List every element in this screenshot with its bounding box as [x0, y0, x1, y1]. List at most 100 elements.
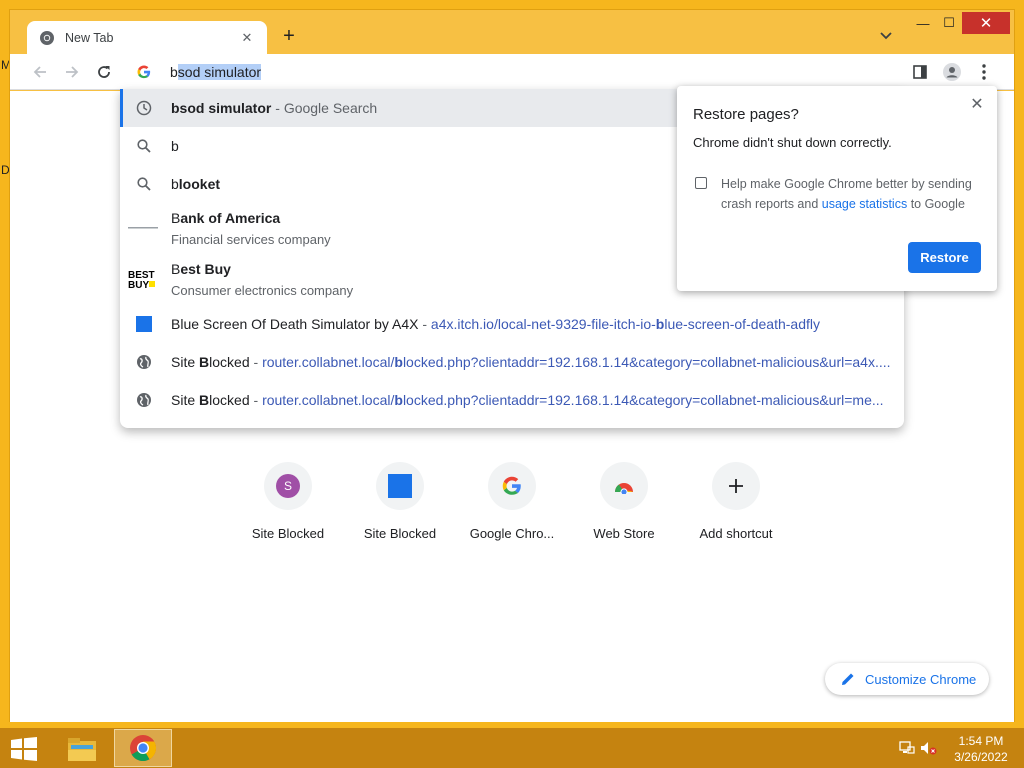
shortcut-icon-circle	[488, 462, 536, 510]
suggestion-text: bsod simulator	[171, 100, 272, 116]
globe-icon	[132, 388, 156, 412]
suggestion-subtitle: Consumer electronics company	[171, 283, 354, 298]
suggestion-text: B	[199, 354, 210, 370]
clock-date: 3/26/2022	[954, 750, 1008, 764]
svg-text:BUY: BUY	[128, 280, 149, 290]
volume-muted-icon[interactable]	[920, 740, 938, 756]
maximize-button[interactable]: ☐	[936, 12, 962, 34]
shortcut-tile[interactable]: Web Store	[568, 462, 680, 541]
url-part: router.collabnet.local/	[262, 354, 395, 370]
blue-square-icon	[132, 312, 156, 336]
suggestion-prefix: Site	[171, 392, 200, 408]
restore-pages-bubble: Restore pages? ✕ Chrome didn't shut down…	[677, 86, 997, 291]
shortcut-label: Google Chro...	[469, 526, 555, 541]
minimize-button[interactable]: —	[910, 12, 936, 34]
restore-message: Chrome didn't shut down correctly.	[693, 135, 892, 150]
suggestion-text: b	[171, 138, 179, 154]
suggestion-row[interactable]: Blue Screen Of Death Simulator by A4X - …	[120, 305, 904, 343]
suggestion-suffix: locked	[209, 354, 250, 370]
add-shortcut-button[interactable]: Add shortcut	[680, 462, 792, 541]
tab-strip: New Tab ✕ + — ☐ ✕	[10, 10, 1014, 55]
restore-title: Restore pages?	[693, 106, 799, 123]
best-buy-logo: BEST BUY	[126, 267, 160, 291]
suggestion-prefix: B	[171, 316, 181, 332]
url-part: locked.php?clientaddr=192.168.1.14&categ…	[402, 354, 891, 370]
shortcut-label: Site Blocked	[251, 526, 325, 541]
suggestion-meta: Google Search	[283, 100, 378, 116]
clock-time: 1:54 PM	[958, 734, 1004, 748]
toolbar: bsod simulator	[10, 54, 1014, 90]
network-icon[interactable]	[898, 740, 916, 756]
plus-icon	[729, 479, 743, 493]
label-text: to Google	[907, 197, 965, 211]
shortcut-tile[interactable]: Site Blocked	[344, 462, 456, 541]
search-icon	[132, 134, 156, 158]
shortcut-icon-circle	[712, 462, 760, 510]
suggestion-url: router.collabnet.local/blocked.php?clien…	[262, 354, 890, 370]
suggestion-prefix: b	[171, 176, 179, 192]
customize-chrome-button[interactable]: Customize Chrome	[825, 663, 989, 695]
system-clock[interactable]: 1:54 PM 3/26/2022	[946, 733, 1016, 765]
windows-start-button[interactable]	[9, 737, 39, 761]
suggestion-separator: -	[271, 100, 284, 116]
file-explorer-taskbar-button[interactable]	[62, 732, 102, 766]
blue-square-icon	[388, 474, 412, 498]
url-part: router.collabnet.local/	[262, 392, 395, 408]
history-icon	[132, 96, 156, 120]
omnibox-autocomplete-selection: sod simulator	[177, 64, 262, 80]
globe-icon	[132, 350, 156, 374]
back-arrow-icon[interactable]	[28, 60, 52, 84]
shortcut-tile[interactable]: S Site Blocked	[232, 462, 344, 541]
shortcut-tile[interactable]: Google Chro...	[456, 462, 568, 541]
suggestion-subtitle: Financial services company	[171, 232, 331, 247]
shortcut-icon-circle: S	[264, 462, 312, 510]
close-icon[interactable]: ✕	[967, 94, 987, 114]
tab-new-tab[interactable]: New Tab ✕	[27, 21, 267, 55]
letter-s-avatar: S	[276, 474, 300, 498]
tab-title: New Tab	[65, 31, 114, 45]
shortcut-label: Add shortcut	[699, 526, 773, 541]
folder-icon	[68, 738, 96, 761]
forward-arrow-icon[interactable]	[60, 60, 84, 84]
shortcut-label: Site Blocked	[363, 526, 437, 541]
tab-close-icon[interactable]: ✕	[239, 30, 255, 46]
customize-chrome-label: Customize Chrome	[865, 671, 977, 687]
chrome-taskbar-button[interactable]	[114, 729, 172, 767]
suggestion-row[interactable]: Site Blocked - router.collabnet.local/bl…	[120, 343, 904, 381]
google-g-icon	[502, 476, 521, 495]
google-g-omnibox-icon	[132, 60, 156, 84]
crash-report-label: Help make Google Chrome better by sendin…	[721, 174, 983, 214]
url-part: b	[394, 392, 403, 408]
suggestion-separator: -	[418, 316, 431, 332]
suggestion-separator: -	[249, 354, 263, 370]
close-window-button[interactable]: ✕	[962, 12, 1010, 34]
search-icon	[132, 172, 156, 196]
suggestion-url: router.collabnet.local/blocked.php?clien…	[262, 392, 883, 408]
crash-report-checkbox[interactable]	[695, 177, 707, 189]
suggestion-suffix: locked	[209, 392, 250, 408]
omnibox-typed-text: b	[170, 64, 178, 80]
reload-icon[interactable]	[92, 60, 116, 84]
chrome-logo-icon	[130, 735, 157, 762]
suggestion-url: a4x.itch.io/local-net-9329-file-itch-io-…	[431, 316, 820, 332]
new-tab-button[interactable]: +	[277, 24, 301, 48]
usage-statistics-link[interactable]: usage statistics	[822, 197, 907, 211]
omnibox-input[interactable]: bsod simulator	[170, 64, 262, 80]
web-store-icon	[615, 483, 633, 494]
suggestion-text: ank of America	[180, 210, 281, 226]
shortcut-label: Web Store	[593, 526, 655, 541]
suggestion-row[interactable]: Site Blocked - router.collabnet.local/bl…	[120, 381, 904, 419]
windows-logo-icon	[11, 737, 37, 761]
chrome-favicon-icon	[39, 30, 55, 46]
side-panel-icon[interactable]	[908, 60, 932, 84]
suggestion-prefix: B	[171, 261, 181, 277]
tab-search-chevron-icon[interactable]	[874, 24, 898, 48]
profile-avatar-icon[interactable]	[940, 60, 964, 84]
kebab-menu-icon[interactable]	[972, 60, 996, 84]
shortcut-icon-circle	[600, 462, 648, 510]
suggestion-text: looket	[178, 176, 221, 192]
shortcut-icon-circle	[376, 462, 424, 510]
suggestion-separator: -	[249, 392, 263, 408]
restore-button[interactable]: Restore	[908, 242, 981, 273]
taskbar: 1:54 PM 3/26/2022	[0, 728, 1024, 768]
